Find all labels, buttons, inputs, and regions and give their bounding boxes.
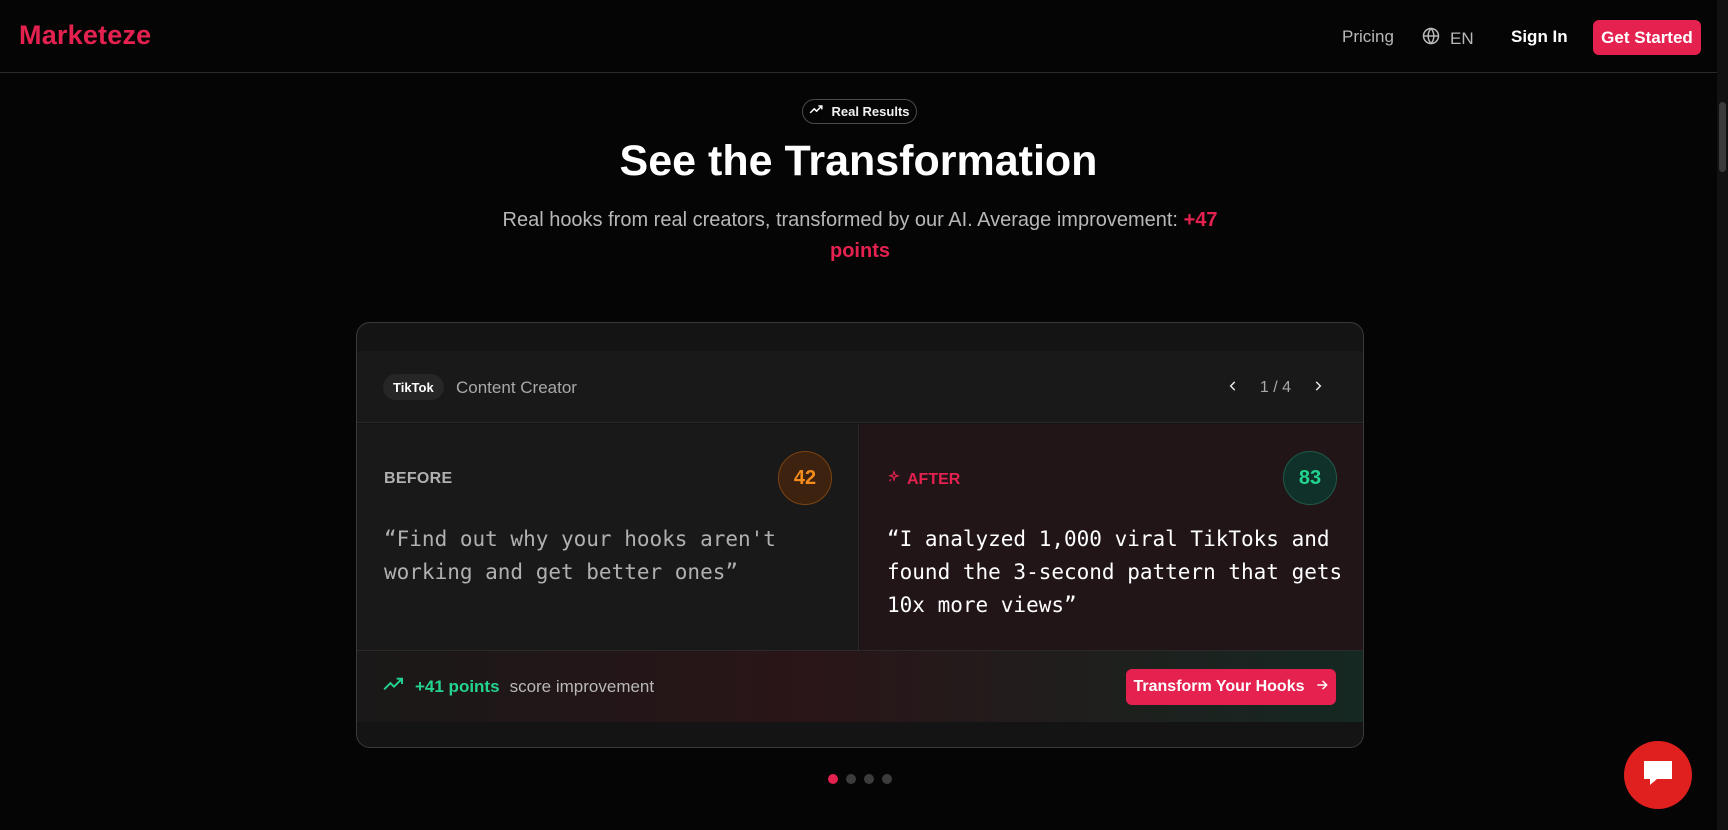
subtitle-text: Real hooks from real creators, transform…	[502, 209, 1179, 231]
pager-count: 1 / 4	[1259, 378, 1291, 396]
language-label: EN	[1450, 28, 1474, 48]
transform-hooks-button[interactable]: Transform Your Hooks	[1126, 669, 1336, 705]
page-scrollbar[interactable]	[1717, 0, 1728, 830]
after-panel: AFTER 83 “I analyzed 1,000 viral TikToks…	[860, 424, 1363, 650]
carousel-dot[interactable]	[882, 774, 892, 784]
transform-hooks-label: Transform Your Hooks	[1133, 678, 1305, 695]
after-label: AFTER	[907, 470, 961, 488]
nav-pricing-link[interactable]: Pricing	[1342, 27, 1394, 47]
real-results-badge: Real Results	[802, 99, 917, 124]
chat-widget-button[interactable]	[1624, 741, 1692, 809]
trending-up-icon	[383, 676, 405, 697]
after-label-group: AFTER	[887, 469, 961, 489]
before-label: BEFORE	[384, 470, 453, 487]
arrow-right-icon	[1315, 678, 1329, 697]
carousel-dot[interactable]	[828, 774, 838, 784]
after-quote: “I analyzed 1,000 viral TikToks and foun…	[887, 527, 1343, 617]
platform-badge: TikTok	[383, 374, 444, 400]
before-panel: BEFORE 42 “Find out why your hooks aren'…	[357, 424, 859, 650]
carousel-dot[interactable]	[846, 774, 856, 784]
language-selector[interactable]: EN	[1422, 27, 1474, 50]
sparkle-icon	[887, 469, 901, 489]
carousel-dots	[828, 774, 892, 784]
chat-icon	[1641, 758, 1675, 793]
sign-in-link[interactable]: Sign In	[1511, 27, 1568, 47]
improvement-points: +41 points	[415, 676, 500, 696]
page-subtitle: Real hooks from real creators, transform…	[480, 205, 1240, 267]
trending-up-icon	[809, 103, 824, 120]
card-header: TikTok Content Creator 1 / 4	[357, 351, 1363, 423]
before-quote: “Find out why your hooks aren't working …	[384, 527, 776, 584]
after-score: 83	[1283, 451, 1337, 505]
scrollbar-thumb[interactable]	[1719, 102, 1726, 172]
improvement-summary: +41 points score improvement	[383, 676, 654, 697]
top-navigation-bar: Marketeze Pricing EN Sign In Get Started	[0, 0, 1717, 73]
transformation-card: TikTok Content Creator 1 / 4 BEFORE 42 “…	[356, 322, 1364, 748]
page-title: See the Transformation	[619, 137, 1098, 185]
get-started-button[interactable]: Get Started	[1593, 20, 1701, 55]
creator-role: Content Creator	[456, 378, 577, 397]
badge-label: Real Results	[831, 104, 910, 119]
card-pager: 1 / 4	[1226, 377, 1325, 398]
carousel-dot[interactable]	[864, 774, 874, 784]
before-score: 42	[778, 451, 832, 505]
card-footer: +41 points score improvement Transform Y…	[357, 650, 1363, 722]
brand-logo[interactable]: Marketeze	[19, 20, 151, 51]
chevron-left-icon[interactable]	[1226, 377, 1240, 398]
improvement-text: score improvement	[509, 676, 655, 696]
globe-icon	[1422, 27, 1440, 50]
chevron-right-icon[interactable]	[1311, 377, 1325, 398]
